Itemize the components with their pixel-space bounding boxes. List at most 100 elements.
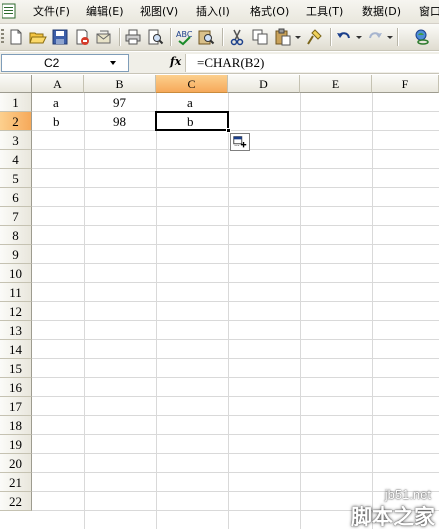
grid-line	[32, 377, 439, 378]
menu-insert[interactable]: 插入(I)	[196, 4, 230, 20]
formula-bar: C2 fx =CHAR(B2)	[0, 52, 439, 74]
spelling-icon[interactable]: ABC	[175, 28, 193, 46]
grid-line	[32, 225, 439, 226]
formula-text: =CHAR(B2)	[197, 55, 265, 70]
cell-b1[interactable]: 97	[113, 93, 126, 112]
row-header-21[interactable]: 21	[0, 473, 32, 492]
grid-line	[32, 320, 439, 321]
insert-function-icon[interactable]: fx	[170, 55, 181, 68]
cell-a1[interactable]: a	[53, 93, 59, 112]
new-icon[interactable]	[7, 28, 25, 46]
row-header-15[interactable]: 15	[0, 359, 32, 378]
row-header-8[interactable]: 8	[0, 226, 32, 245]
row-header-22[interactable]: 22	[0, 492, 32, 511]
menu-view[interactable]: 视图(V)	[140, 4, 178, 20]
grid-line	[32, 358, 439, 359]
name-box[interactable]: C2	[1, 54, 129, 72]
grid-line	[32, 453, 439, 454]
paste-icon[interactable]	[274, 28, 292, 46]
row-header-1[interactable]: 1	[0, 93, 32, 112]
grid-line	[32, 472, 439, 473]
toolbar-separator	[170, 28, 171, 46]
row-header-13[interactable]: 13	[0, 321, 32, 340]
grid-line	[156, 93, 157, 529]
column-header-c[interactable]: C	[156, 75, 228, 93]
menu-edit[interactable]: 编辑(E)	[86, 4, 124, 20]
row-header-3[interactable]: 3	[0, 131, 32, 150]
toolbar-separator	[330, 28, 331, 46]
chevron-down-icon[interactable]	[110, 61, 116, 65]
excel-app-icon[interactable]	[2, 3, 16, 19]
save-icon[interactable]	[51, 28, 69, 46]
row-header-5[interactable]: 5	[0, 169, 32, 188]
grid-line	[32, 282, 439, 283]
undo-icon[interactable]	[335, 28, 353, 46]
cell-c1[interactable]: a	[187, 93, 193, 112]
row-header-11[interactable]: 11	[0, 283, 32, 302]
select-all-corner[interactable]	[0, 75, 32, 93]
row-header-7[interactable]: 7	[0, 207, 32, 226]
menu-format[interactable]: 格式(O)	[250, 4, 289, 20]
row-header-9[interactable]: 9	[0, 245, 32, 264]
grid-line	[32, 301, 439, 302]
email-icon[interactable]	[95, 28, 113, 46]
grid-line	[32, 111, 439, 112]
grid-line	[32, 415, 439, 416]
grid-line	[32, 339, 439, 340]
formula-input[interactable]: =CHAR(B2)	[185, 54, 439, 72]
row-header-14[interactable]: 14	[0, 340, 32, 359]
grid-line	[32, 244, 439, 245]
print-icon[interactable]	[124, 28, 142, 46]
grid-line	[84, 93, 85, 529]
row-header-6[interactable]: 6	[0, 188, 32, 207]
grid-line	[300, 93, 301, 529]
toolbar-separator	[397, 28, 398, 46]
cell-a2[interactable]: b	[53, 112, 60, 131]
worksheet-grid[interactable]: A B C D E F 1 2 3 4 5 6 7 8 9 10 11 12 13 14 15 16 17 18 1…	[0, 75, 439, 529]
row-header-17[interactable]: 17	[0, 397, 32, 416]
menu-bar: 文件(F) 编辑(E) 视图(V) 插入(I) 格式(O) 工具(T) 数据(D…	[0, 0, 439, 24]
row-header-18[interactable]: 18	[0, 416, 32, 435]
column-header-e[interactable]: E	[300, 75, 372, 93]
hyperlink-icon[interactable]	[413, 28, 431, 46]
grid-line	[32, 263, 439, 264]
redo-dropdown-arrow[interactable]	[387, 36, 393, 39]
column-header-a[interactable]: A	[32, 75, 84, 93]
standard-toolbar: ABC	[0, 24, 439, 51]
research-icon[interactable]	[197, 28, 215, 46]
name-box-value: C2	[44, 56, 60, 70]
paste-dropdown-arrow[interactable]	[295, 36, 301, 39]
row-header-20[interactable]: 20	[0, 454, 32, 473]
row-header-2[interactable]: 2	[0, 112, 32, 131]
open-icon[interactable]	[29, 28, 47, 46]
row-header-19[interactable]: 19	[0, 435, 32, 454]
menu-tools[interactable]: 工具(T)	[306, 4, 343, 20]
cell-b2[interactable]: 98	[113, 112, 126, 131]
active-cell-selection[interactable]	[155, 111, 229, 131]
toolbar-grip[interactable]	[1, 29, 4, 45]
watermark-url: jb51.net	[384, 487, 431, 502]
print-preview-icon[interactable]	[146, 28, 164, 46]
grid-line	[32, 206, 439, 207]
grid-line	[32, 187, 439, 188]
grid-line	[32, 396, 439, 397]
column-header-f[interactable]: F	[372, 75, 439, 93]
watermark-text: 脚本之家	[351, 505, 435, 529]
menu-data[interactable]: 数据(D)	[362, 4, 401, 20]
row-header-10[interactable]: 10	[0, 264, 32, 283]
copy-icon[interactable]	[251, 28, 269, 46]
row-header-16[interactable]: 16	[0, 378, 32, 397]
redo-icon[interactable]	[366, 28, 384, 46]
cut-icon[interactable]	[228, 28, 246, 46]
menu-window[interactable]: 窗口	[419, 4, 439, 20]
auto-fill-options-icon[interactable]	[230, 133, 250, 151]
menu-file[interactable]: 文件(F)	[33, 4, 70, 20]
permission-icon[interactable]	[73, 28, 91, 46]
row-header-4[interactable]: 4	[0, 150, 32, 169]
column-header-d[interactable]: D	[228, 75, 300, 93]
column-header-b[interactable]: B	[84, 75, 156, 93]
undo-dropdown-arrow[interactable]	[356, 36, 362, 39]
row-header-12[interactable]: 12	[0, 302, 32, 321]
format-painter-icon[interactable]	[305, 28, 323, 46]
toolbar-separator	[119, 28, 120, 46]
